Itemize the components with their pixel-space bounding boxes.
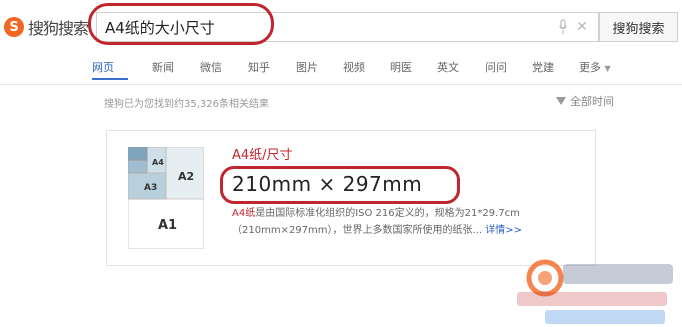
diagram-label-a3: A3 [144, 183, 157, 193]
tab-images[interactable]: 图片 [296, 59, 318, 75]
time-filter[interactable]: 全部时间 [556, 93, 614, 109]
paper-size-diagram[interactable]: A4 A3 A2 A1 [128, 147, 204, 249]
tab-video[interactable]: 视频 [343, 59, 365, 75]
card-size-value: 210mm × 297mm [232, 172, 423, 196]
card-description: A4纸是由国际标准化组织的ISO 216定义的，规格为21*29.7cm（210… [232, 205, 590, 239]
tab-english[interactable]: 英文 [437, 59, 459, 75]
chevron-down-icon: ▼ [604, 64, 611, 73]
description-keyword: A4纸 [232, 208, 256, 219]
tab-party[interactable]: 党建 [532, 59, 554, 75]
search-box: ✕ [96, 12, 599, 42]
active-tab-indicator [92, 78, 128, 80]
filter-icon [556, 97, 566, 105]
sogou-logo[interactable]: S 搜狗搜索 [4, 14, 98, 40]
tab-wechat[interactable]: 微信 [200, 59, 222, 75]
tab-web[interactable]: 网页 [92, 59, 114, 75]
header-divider [0, 84, 682, 85]
watermark-logo [517, 259, 673, 324]
tab-zhihu[interactable]: 知乎 [248, 59, 270, 75]
time-filter-label: 全部时间 [570, 95, 614, 108]
diagram-label-a2: A2 [178, 170, 194, 183]
logo-badge-icon: S [4, 17, 24, 37]
tab-medical[interactable]: 明医 [390, 59, 412, 75]
search-button[interactable]: 搜狗搜索 [599, 12, 678, 42]
tab-news[interactable]: 新闻 [152, 59, 174, 75]
card-title-link[interactable]: A4纸/尺寸 [232, 144, 293, 163]
search-input[interactable] [105, 17, 525, 37]
clear-icon[interactable]: ✕ [575, 18, 589, 36]
logo-text: 搜狗搜索 [28, 19, 89, 38]
diagram-label-a1: A1 [158, 218, 177, 233]
details-link[interactable]: 详情>> [485, 225, 522, 236]
tab-wenwen[interactable]: 问问 [485, 59, 507, 75]
tab-more-label: 更多 [579, 61, 601, 74]
diagram-label-a4: A4 [152, 158, 164, 167]
description-text: 是由国际标准化组织的ISO 216定义的，规格为21*29.7cm（210mm×… [232, 208, 520, 236]
tab-more[interactable]: 更多 ▼ [579, 59, 611, 75]
microphone-icon[interactable] [558, 19, 568, 35]
result-count: 搜狗已为您找到约35,326条相关结果 [104, 99, 269, 110]
